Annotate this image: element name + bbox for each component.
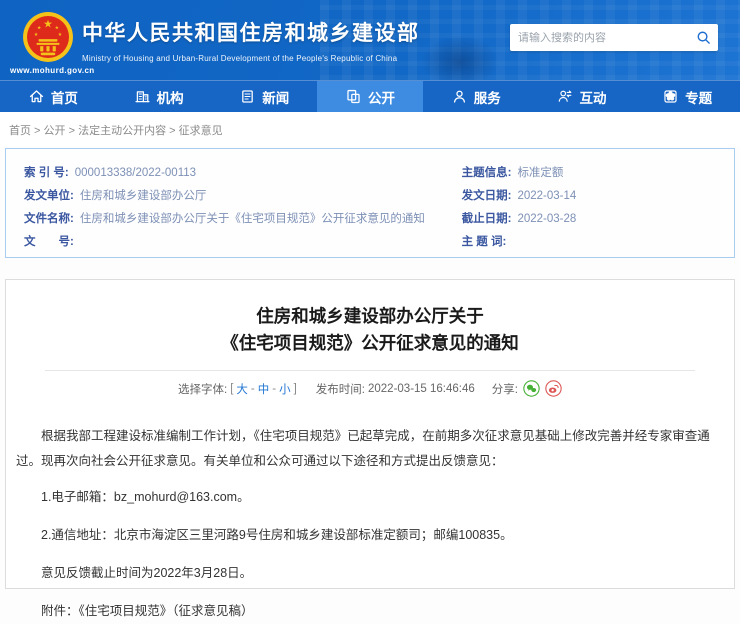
search-icon [696, 30, 711, 45]
meta-row-topic-info: 主题信息:标准定额 [462, 162, 716, 185]
breadcrumb[interactable]: 首页 > 公开 > 法定主动公开内容 > 征求意见 [0, 112, 740, 147]
paragraph-deadline: 意见反馈截止时间为2022年3月28日。 [16, 561, 724, 586]
font-size-label: 选择字体: [178, 381, 227, 397]
article-body: 根据我部工程建设标准编制工作计划，《住宅项目规范》已起草完成，在前期多次征求意见… [15, 424, 725, 624]
nav-item-special-topics[interactable]: 专题 [634, 81, 740, 112]
site-title: 中华人民共和国住房和城乡建设部 [82, 17, 420, 47]
nav-item-public-disclosure[interactable]: 公开 [317, 81, 423, 112]
search-input[interactable] [510, 32, 688, 44]
meta-row-keywords: 主 题 词: [462, 231, 716, 254]
article-meta-bar: 选择字体: [ 大 - 中 - 小 ] 发布时间: 2022-03-15 16:… [15, 380, 725, 397]
interact-icon [556, 88, 573, 105]
title-divider [45, 370, 695, 371]
meta-row-issuing-unit: 发文单位:住房和城乡建设部办公厅 [24, 185, 462, 208]
nav-item-news[interactable]: 新闻 [211, 81, 317, 112]
paragraph-intro: 根据我部工程建设标准编制工作计划，《住宅项目规范》已起草完成，在前期多次征求意见… [16, 424, 724, 474]
site-url: www.mohurd.gov.cn [10, 66, 95, 75]
building-icon [134, 88, 151, 105]
wechat-share-icon[interactable] [523, 380, 540, 397]
meta-row-issue-date: 发文日期:2022-03-14 [462, 185, 716, 208]
documents-icon [345, 88, 362, 105]
star-icon [662, 88, 679, 105]
nav-item-services[interactable]: 服务 [423, 81, 529, 112]
font-size-medium[interactable]: 中 [258, 381, 270, 397]
article-container: 住房和城乡建设部办公厅关于 《住宅项目规范》公开征求意见的通知 选择字体: [ … [5, 279, 735, 589]
meta-row-index-number: 索 引 号:000013338/2022-00113 [24, 162, 462, 185]
nav-item-organization[interactable]: 机构 [106, 81, 212, 112]
national-emblem-icon [22, 11, 74, 63]
paragraph-attachment: 附件：《住宅项目规范》（征求意见稿） [16, 599, 724, 624]
search-box [510, 24, 718, 51]
share-label: 分享: [492, 381, 518, 397]
paragraph-email: 1.电子邮箱：bz_mohurd@163.com。 [16, 485, 724, 510]
weibo-share-icon[interactable] [545, 380, 562, 397]
site-subtitle: Ministry of Housing and Urban-Rural Deve… [82, 54, 420, 63]
search-button[interactable] [688, 24, 718, 51]
home-icon [28, 88, 45, 105]
meta-row-document-number: 文 号: [24, 231, 462, 254]
site-header: 中华人民共和国住房和城乡建设部 Ministry of Housing and … [0, 0, 740, 80]
font-size-small[interactable]: 小 [279, 381, 291, 397]
paragraph-address: 2.通信地址：北京市海淀区三里河路9号住房和城乡建设部标准定额司；邮编10083… [16, 523, 724, 548]
publish-time-value: 2022-03-15 16:46:46 [368, 383, 475, 395]
person-icon [451, 88, 468, 105]
nav-item-interaction[interactable]: 互动 [529, 81, 635, 112]
news-icon [239, 88, 256, 105]
meta-row-deadline-date: 截止日期:2022-03-28 [462, 208, 716, 231]
main-nav: 首页 机构 新闻 公开 服务 互动 [0, 80, 740, 112]
article-title: 住房和城乡建设部办公厅关于 《住宅项目规范》公开征求意见的通知 [15, 303, 725, 357]
publish-time-label: 发布时间: [316, 381, 365, 397]
nav-item-home[interactable]: 首页 [0, 81, 106, 112]
document-meta-box: 索 引 号:000013338/2022-00113 发文单位:住房和城乡建设部… [5, 148, 735, 258]
font-size-large[interactable]: 大 [236, 381, 248, 397]
meta-row-file-name: 文件名称:住房和城乡建设部办公厅关于《住宅项目规范》公开征求意见的通知 [24, 208, 462, 231]
